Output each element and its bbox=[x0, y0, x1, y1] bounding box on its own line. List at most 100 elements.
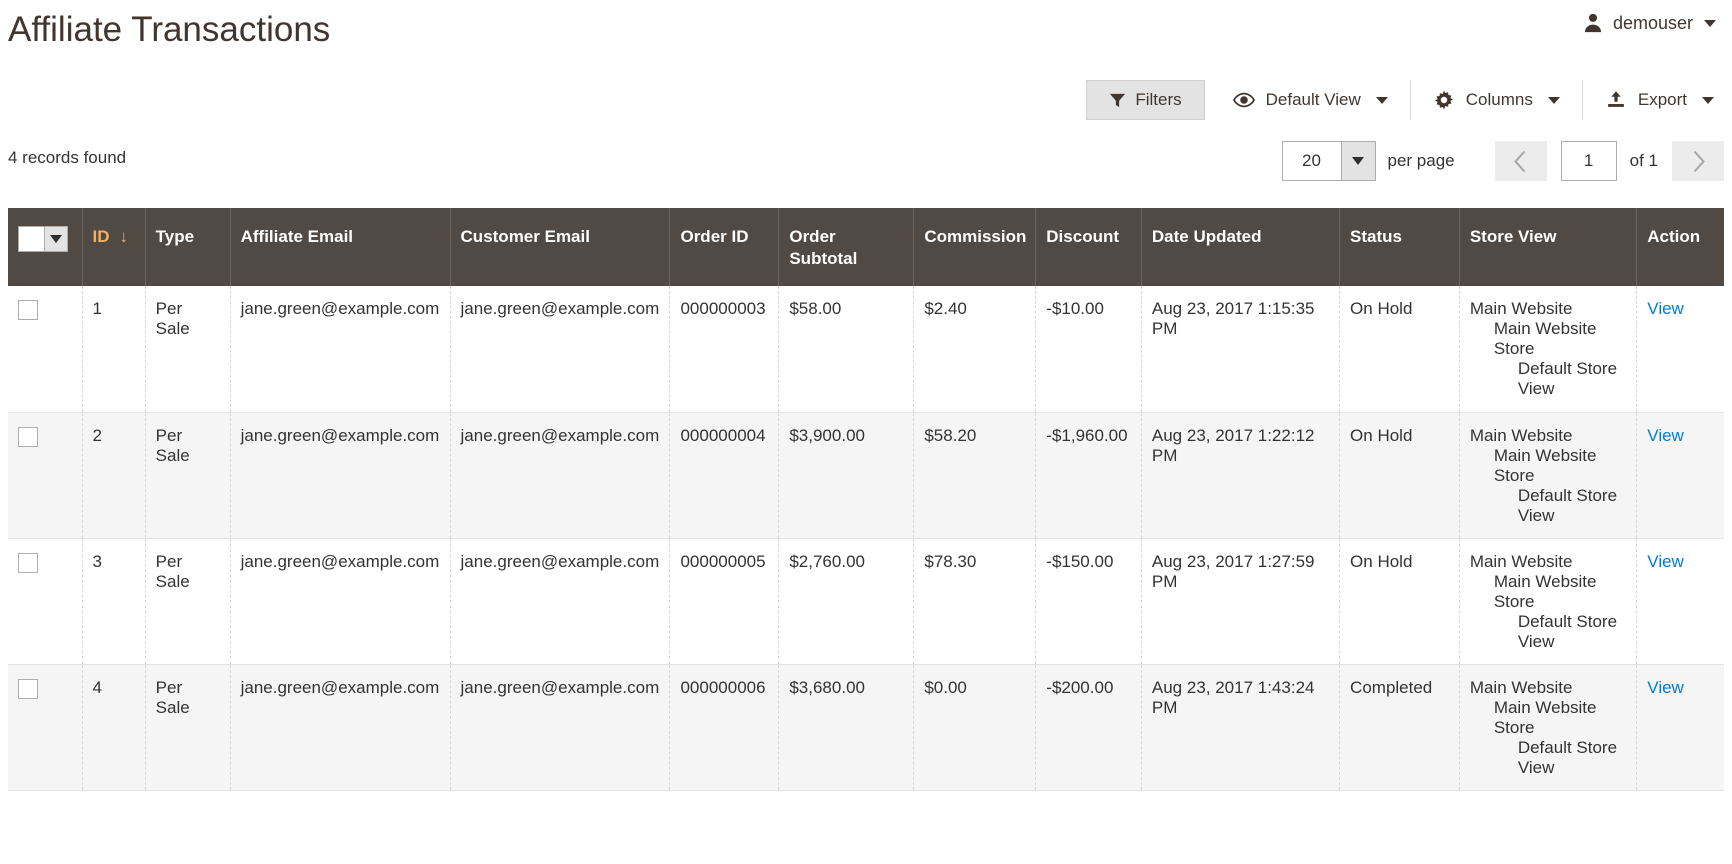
cell-store-view: Main Website Main Website Store Default St… bbox=[1459, 664, 1638, 791]
store-view-store: Main Website Store bbox=[1493, 697, 1597, 737]
row-select-cell[interactable] bbox=[8, 664, 83, 791]
cell-affiliate-email: jane.green@example.com bbox=[230, 412, 451, 539]
table-row[interactable]: 2 Per Sale jane.green@example.com jane.gree… bbox=[8, 412, 1724, 539]
cell-discount: -$200.00 bbox=[1035, 664, 1142, 791]
grid-toolbar: Filters Default View Columns Export bbox=[1086, 80, 1732, 120]
upload-icon bbox=[1605, 89, 1627, 111]
column-header-customer_email[interactable]: Customer Email bbox=[450, 208, 671, 286]
cell-type: Per Sale bbox=[145, 286, 231, 413]
export-button[interactable]: Export bbox=[1581, 80, 1732, 120]
user-name: demouser bbox=[1612, 12, 1693, 33]
records-found-text: 4 records found bbox=[8, 148, 127, 167]
cell-store-view: Main Website Main Website Store Default St… bbox=[1459, 412, 1638, 539]
cell-discount: -$1,960.00 bbox=[1035, 412, 1142, 539]
select-all-header[interactable] bbox=[8, 208, 83, 286]
column-header-label: Discount bbox=[1046, 227, 1120, 246]
view-link[interactable]: View bbox=[1647, 552, 1684, 571]
cell-id: 3 bbox=[82, 538, 146, 665]
table-row[interactable]: 3 Per Sale jane.green@example.com jane.gree… bbox=[8, 538, 1724, 665]
cell-affiliate-email: jane.green@example.com bbox=[230, 538, 451, 665]
select-all-checkbox[interactable] bbox=[18, 226, 44, 252]
cell-order-id: 000000003 bbox=[669, 286, 780, 413]
cell-status: On Hold bbox=[1339, 286, 1460, 413]
transactions-table: ID ↓ Type Affiliate Email Customer Email Orde… bbox=[8, 208, 1724, 791]
cell-commission: $58.20 bbox=[913, 412, 1037, 539]
table-header-row: ID ↓ Type Affiliate Email Customer Email Orde… bbox=[8, 208, 1724, 286]
row-checkbox[interactable] bbox=[18, 300, 38, 320]
next-page-button[interactable] bbox=[1672, 141, 1724, 181]
default-view-button[interactable]: Default View bbox=[1205, 80, 1410, 120]
chevron-down-icon bbox=[1547, 96, 1560, 104]
store-view-view: Default Store View bbox=[1517, 611, 1618, 651]
cell-action: View bbox=[1636, 664, 1724, 791]
store-view-view: Default Store View bbox=[1517, 359, 1618, 398]
cell-customer-email: jane.green@example.com bbox=[450, 664, 671, 791]
column-header-discount[interactable]: Discount bbox=[1035, 208, 1142, 286]
column-header-order_id[interactable]: Order ID bbox=[669, 208, 780, 286]
previous-page-button[interactable] bbox=[1494, 141, 1547, 181]
per-page-value: 20 bbox=[1302, 151, 1321, 170]
chevron-down-icon[interactable] bbox=[43, 226, 68, 252]
cell-action: View bbox=[1636, 412, 1724, 539]
column-header-affiliate_email[interactable]: Affiliate Email bbox=[230, 208, 451, 286]
cell-order-id: 000000005 bbox=[669, 538, 780, 665]
cell-action: View bbox=[1636, 538, 1724, 665]
column-header-id[interactable]: ID ↓ bbox=[82, 208, 146, 286]
columns-button[interactable]: Columns bbox=[1409, 80, 1582, 120]
view-link[interactable]: View bbox=[1647, 678, 1684, 697]
cell-id: 4 bbox=[82, 664, 146, 791]
page-number-input[interactable]: 1 bbox=[1560, 141, 1617, 181]
store-view-store: Main Website Store bbox=[1493, 571, 1597, 611]
store-view-website: Main Website bbox=[1469, 677, 1573, 697]
cell-store-view: Main Website Main Website Store Default St… bbox=[1459, 538, 1638, 665]
table-header: ID ↓ Type Affiliate Email Customer Email Orde… bbox=[8, 208, 1724, 286]
column-header-label: Status bbox=[1350, 227, 1403, 246]
column-header-label: Affiliate Email bbox=[240, 227, 354, 246]
column-header-date_updated[interactable]: Date Updated bbox=[1141, 208, 1341, 286]
chevron-down-icon[interactable] bbox=[1340, 142, 1375, 180]
column-header-store_view[interactable]: Store View bbox=[1459, 208, 1638, 286]
table-row[interactable]: 4 Per Sale jane.green@example.com jane.gree… bbox=[8, 664, 1724, 791]
cell-customer-email: jane.green@example.com bbox=[450, 412, 671, 539]
column-header-type[interactable]: Type bbox=[145, 208, 231, 286]
chevron-left-icon bbox=[1513, 150, 1528, 173]
view-link[interactable]: View bbox=[1647, 299, 1684, 318]
row-select-cell[interactable] bbox=[8, 538, 83, 665]
column-header-order_subtotal[interactable]: Order Subtotal bbox=[778, 208, 915, 286]
transactions-grid: ID ↓ Type Affiliate Email Customer Email Orde… bbox=[8, 208, 1724, 791]
select-all-dropdown[interactable] bbox=[18, 226, 68, 252]
cell-type: Per Sale bbox=[145, 664, 231, 791]
filters-button[interactable]: Filters bbox=[1086, 80, 1205, 120]
column-header-label: Date Updated bbox=[1151, 227, 1262, 246]
cell-customer-email: jane.green@example.com bbox=[450, 286, 671, 413]
cell-id: 1 bbox=[82, 286, 146, 413]
column-header-label: Commission bbox=[924, 227, 1027, 246]
store-view-store: Main Website Store bbox=[1493, 445, 1597, 485]
column-header-label: Order ID bbox=[680, 227, 749, 246]
gear-icon bbox=[1433, 89, 1455, 111]
pagination: 20 per page 1 of 1 bbox=[1281, 141, 1732, 181]
cell-date-updated: Aug 23, 2017 1:43:24 PM bbox=[1141, 664, 1341, 791]
cell-order-subtotal: $3,900.00 bbox=[778, 412, 915, 539]
column-header-action[interactable]: Action bbox=[1636, 208, 1724, 286]
row-checkbox[interactable] bbox=[18, 552, 38, 573]
column-header-commission[interactable]: Commission bbox=[913, 208, 1037, 286]
cell-status: On Hold bbox=[1339, 538, 1460, 665]
export-label: Export bbox=[1637, 90, 1687, 109]
cell-date-updated: Aug 23, 2017 1:22:12 PM bbox=[1141, 412, 1341, 539]
row-select-cell[interactable] bbox=[8, 286, 83, 413]
page-header: Affiliate Transactions demouser bbox=[0, 0, 1732, 66]
user-menu[interactable]: demouser bbox=[1582, 12, 1716, 34]
table-row[interactable]: 1 Per Sale jane.green@example.com jane.gree… bbox=[8, 286, 1724, 413]
row-select-cell[interactable] bbox=[8, 412, 83, 539]
row-checkbox[interactable] bbox=[18, 678, 38, 699]
view-link[interactable]: View bbox=[1647, 426, 1684, 445]
cell-order-subtotal: $2,760.00 bbox=[778, 538, 915, 665]
store-view-website: Main Website bbox=[1469, 425, 1573, 445]
column-header-status[interactable]: Status bbox=[1339, 208, 1460, 286]
row-checkbox[interactable] bbox=[18, 426, 38, 447]
per-page-select[interactable]: 20 bbox=[1281, 141, 1376, 181]
store-view-store: Main Website Store bbox=[1493, 319, 1597, 358]
affiliate-transactions-page: Affiliate Transactions demouser Filters bbox=[0, 0, 1732, 864]
column-header-label: ID bbox=[92, 227, 110, 246]
